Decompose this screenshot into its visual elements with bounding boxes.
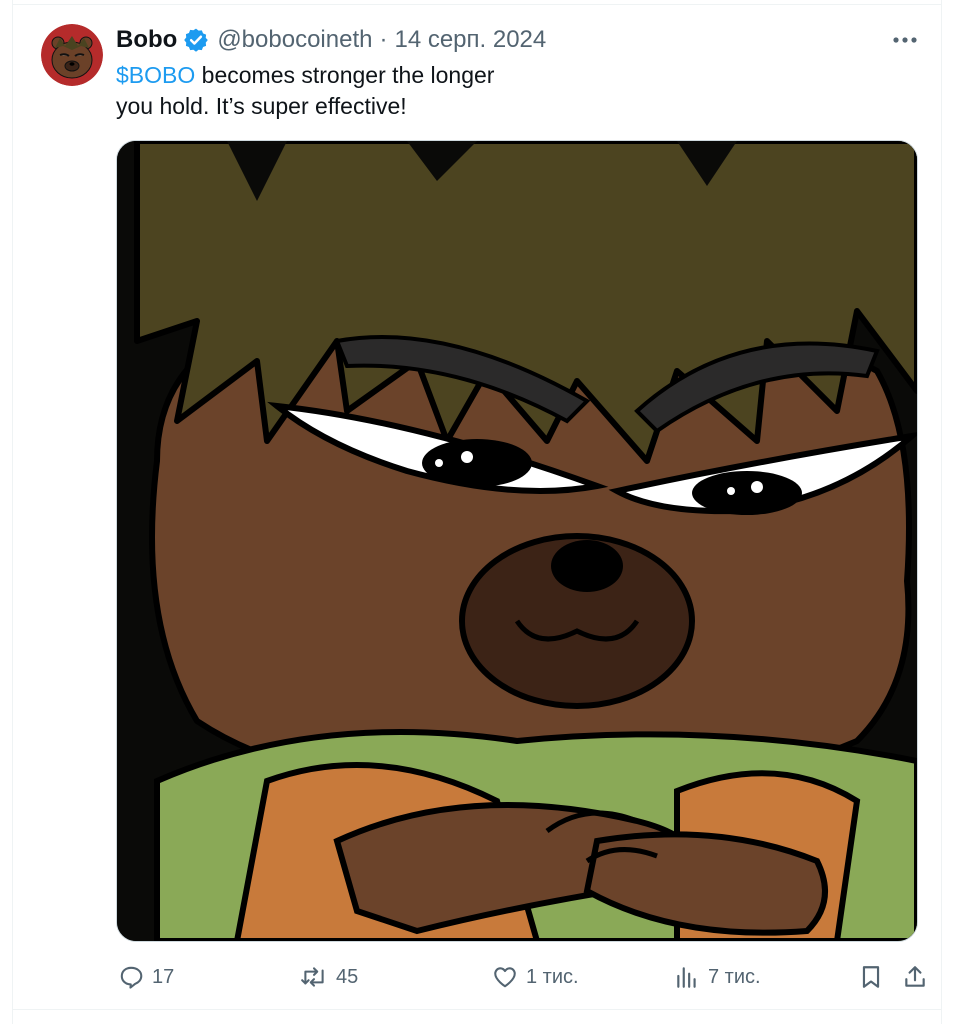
- reply-icon: [118, 964, 144, 990]
- like-button[interactable]: 1 тис.: [492, 958, 579, 996]
- bottom-divider: [13, 1009, 941, 1010]
- reply-button[interactable]: 17: [118, 958, 174, 996]
- bookmark-icon: [858, 964, 884, 990]
- more-dots-icon[interactable]: [888, 26, 922, 54]
- verified-badge-icon[interactable]: [183, 27, 209, 53]
- bookmark-button[interactable]: [858, 958, 884, 996]
- views-button[interactable]: 7 тис.: [674, 958, 761, 996]
- tweet-card[interactable]: Bobo @bobocoineth · 14 серп. 2024 $BOBO …: [12, 0, 942, 1024]
- author-name[interactable]: Bobo: [116, 26, 177, 54]
- tweet-header: Bobo @bobocoineth · 14 серп. 2024: [116, 24, 546, 56]
- share-button[interactable]: [902, 958, 928, 996]
- header-separator: ·: [379, 26, 388, 53]
- cashtag-link[interactable]: $BOBO: [116, 62, 195, 88]
- tweet-text: $BOBO becomes stronger the longer you ho…: [116, 60, 546, 122]
- repost-count: 45: [336, 965, 359, 988]
- views-count: 7 тис.: [708, 965, 761, 988]
- share-icon: [902, 964, 928, 990]
- repost-button[interactable]: 45: [300, 958, 358, 996]
- tweet-date[interactable]: 14 серп. 2024: [394, 26, 546, 54]
- reply-count: 17: [152, 965, 175, 988]
- author-handle[interactable]: @bobocoineth: [217, 26, 372, 54]
- action-bar: 17 45 1 тис. 7 тис.: [116, 958, 925, 996]
- repost-icon: [300, 964, 328, 990]
- views-bar-icon: [674, 964, 700, 990]
- tweet-text-line1: becomes stronger the longer: [195, 62, 495, 88]
- tweet-text-line2: you hold. It’s super effective!: [116, 93, 407, 119]
- heart-icon: [492, 964, 518, 990]
- avatar[interactable]: [41, 24, 103, 86]
- top-divider: [13, 4, 941, 5]
- tweet-image[interactable]: [116, 140, 918, 942]
- like-count: 1 тис.: [526, 965, 579, 988]
